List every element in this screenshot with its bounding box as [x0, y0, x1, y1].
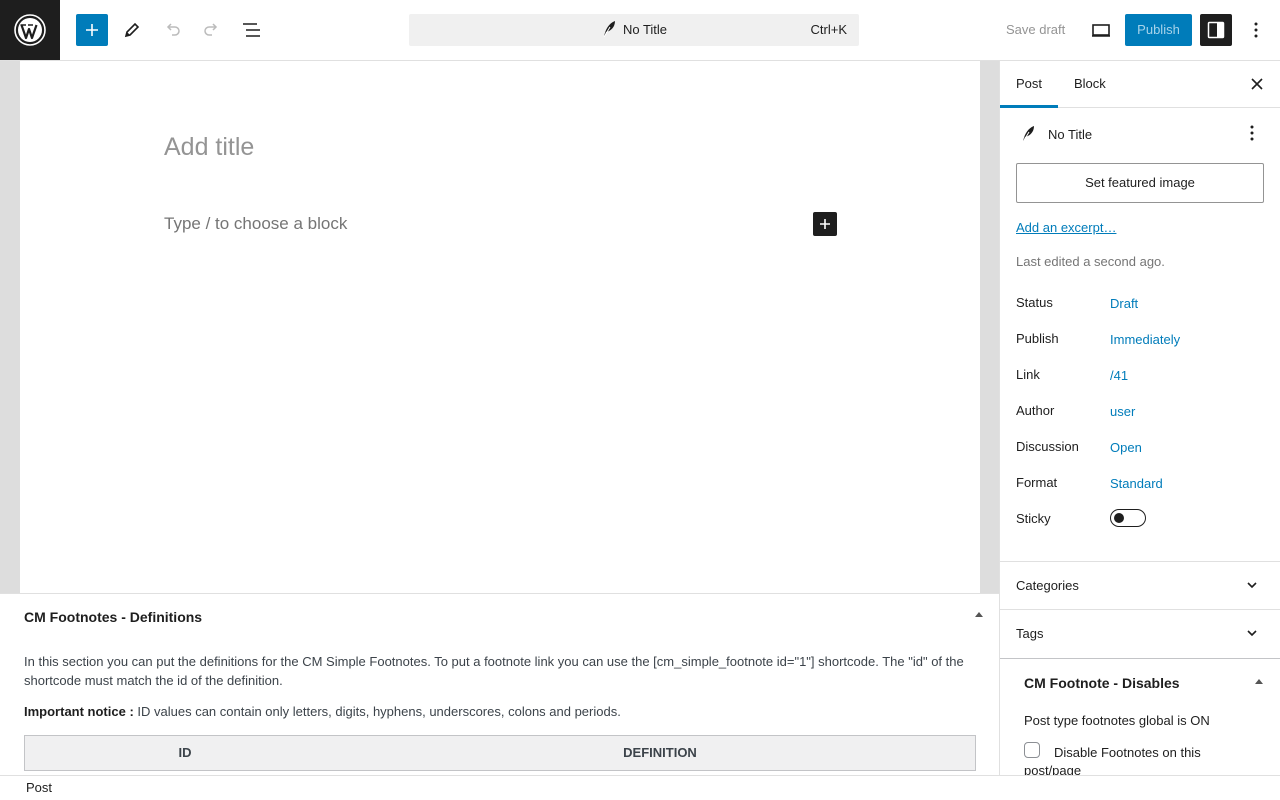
document-overview-button[interactable]	[236, 14, 268, 46]
footnote-disables-title: CM Footnote - Disables	[1024, 675, 1180, 691]
redo-button[interactable]	[196, 14, 228, 46]
sidebar-icon	[1207, 21, 1225, 39]
save-draft-button[interactable]: Save draft	[998, 14, 1073, 46]
block-appender[interactable]: Type / to choose a block	[164, 214, 347, 234]
publish-button[interactable]: Publish	[1125, 14, 1192, 46]
wordpress-logo-icon	[14, 14, 46, 46]
wordpress-logo-button[interactable]	[0, 0, 60, 60]
footnotes-global-status: Post type footnotes global is ON	[1024, 713, 1210, 728]
post-title-input[interactable]: Add title	[164, 133, 254, 162]
link-label: Link	[1016, 367, 1040, 382]
command-palette-bar[interactable]: No Title Ctrl+K	[409, 14, 859, 46]
author-value-button[interactable]: user	[1110, 404, 1135, 419]
add-excerpt-link[interactable]: Add an excerpt…	[1016, 220, 1116, 235]
add-block-button[interactable]	[813, 212, 837, 236]
editor-canvas-wrapper: Add title Type / to choose a block	[0, 61, 999, 593]
chevron-down-icon	[1247, 582, 1257, 589]
block-inserter-button[interactable]	[76, 14, 108, 46]
preview-button[interactable]	[1085, 14, 1117, 46]
collapse-caret-icon[interactable]	[975, 612, 983, 617]
metabox-description: In this section you can put the definiti…	[24, 654, 964, 688]
redo-icon	[204, 23, 218, 36]
sticky-label: Sticky	[1016, 511, 1051, 526]
discussion-label: Discussion	[1016, 439, 1079, 454]
settings-toggle-button[interactable]	[1200, 14, 1232, 46]
breadcrumb-post[interactable]: Post	[26, 780, 52, 795]
footnote-disables-metabox: CM Footnote - Disables Post type footnot…	[1000, 658, 1280, 775]
pencil-icon	[124, 22, 140, 38]
disable-footnotes-label: Disable Footnotes on this post/page	[1024, 745, 1201, 775]
more-vertical-icon[interactable]	[1246, 125, 1258, 141]
list-view-icon	[243, 23, 260, 37]
feather-icon	[1022, 126, 1034, 143]
definitions-table-header: ID DEFINITION	[24, 735, 976, 771]
last-edited-text: Last edited a second ago.	[1016, 254, 1165, 269]
footnotes-definitions-metabox: CM Footnotes - Definitions In this secti…	[0, 593, 999, 775]
notice-label: Important notice :	[24, 704, 134, 719]
collapse-caret-icon[interactable]	[1255, 679, 1263, 684]
tags-panel-toggle[interactable]: Tags	[1000, 609, 1280, 657]
editor-canvas: Add title Type / to choose a block	[20, 61, 980, 593]
more-vertical-icon	[1254, 22, 1258, 38]
editor-footer-breadcrumb: Post	[0, 775, 1280, 800]
column-header-id: ID	[178, 745, 192, 760]
author-label: Author	[1016, 403, 1055, 418]
editor-header: No Title Ctrl+K Save draft Publish	[0, 0, 1280, 61]
plus-icon	[86, 24, 98, 36]
notice-text: ID values can contain only letters, digi…	[133, 704, 621, 719]
column-header-definition: DEFINITION	[623, 745, 697, 760]
discussion-value-button[interactable]: Open	[1110, 440, 1142, 455]
link-value-button[interactable]: /41	[1110, 368, 1128, 383]
feather-icon	[603, 21, 615, 38]
metabox-notice: Important notice : ID values can contain…	[24, 704, 621, 719]
post-summary-title: No Title	[1048, 127, 1093, 142]
set-featured-image-button[interactable]: Set featured image	[1016, 163, 1264, 203]
status-value-button[interactable]: Draft	[1110, 296, 1138, 311]
format-value-button[interactable]: Standard	[1110, 476, 1163, 491]
publish-label: Publish	[1016, 331, 1059, 346]
command-title-text: No Title	[622, 22, 668, 37]
disable-footnotes-checkbox[interactable]	[1024, 742, 1040, 758]
sticky-toggle[interactable]	[1110, 509, 1146, 527]
metabox-title: CM Footnotes - Definitions	[24, 609, 203, 625]
desktop-preview-icon	[1092, 24, 1110, 37]
plus-icon	[820, 219, 830, 229]
undo-icon	[166, 23, 180, 36]
close-icon[interactable]	[1248, 75, 1266, 93]
tab-block[interactable]: Block	[1058, 61, 1122, 108]
status-label: Status	[1016, 295, 1053, 310]
tools-button[interactable]	[116, 14, 148, 46]
command-title: No Title	[409, 14, 859, 46]
tab-post[interactable]: Post	[1000, 61, 1059, 108]
options-menu-button[interactable]	[1240, 14, 1272, 46]
publish-date-button[interactable]: Immediately	[1110, 332, 1180, 347]
categories-panel-label: Categories	[1016, 578, 1079, 593]
categories-panel-toggle[interactable]: Categories	[1000, 561, 1280, 609]
sidebar-tabs: Post Block	[1000, 61, 1280, 108]
format-label: Format	[1016, 475, 1058, 490]
chevron-down-icon	[1247, 630, 1257, 637]
settings-sidebar: Post Block No Title Set featured image A…	[999, 61, 1280, 775]
tags-panel-label: Tags	[1016, 626, 1044, 641]
command-shortcut: Ctrl+K	[810, 22, 847, 37]
undo-button[interactable]	[156, 14, 188, 46]
